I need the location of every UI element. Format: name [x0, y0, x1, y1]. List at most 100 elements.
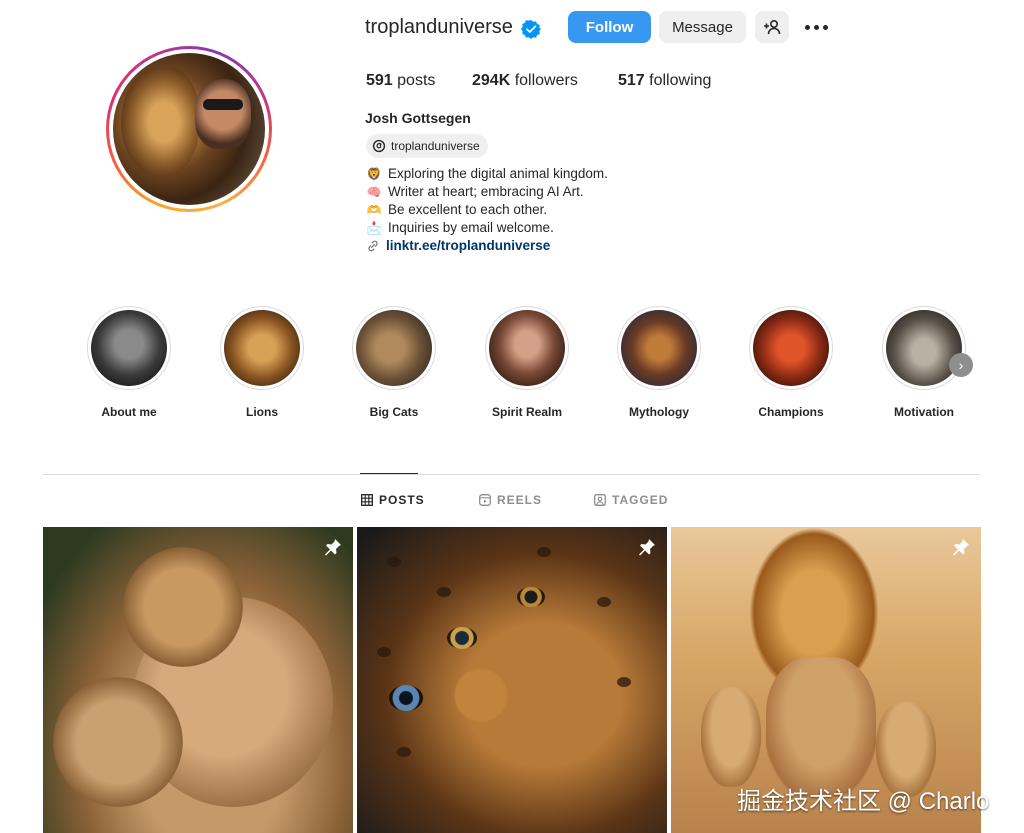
- highlight-ring: [352, 306, 436, 390]
- tab-label: POSTS: [379, 493, 425, 507]
- highlight-cover: [886, 310, 962, 386]
- reels-icon: [479, 494, 491, 506]
- profile-avatar[interactable]: [106, 46, 272, 212]
- bio-line: 🦁 Exploring the digital animal kingdom.: [366, 166, 608, 181]
- add-person-icon: [764, 19, 781, 35]
- bio-line: 🧠 Writer at heart; embracing AI Art.: [366, 184, 584, 199]
- followers-count-label: followers: [514, 72, 578, 89]
- posts-count-label: posts: [397, 72, 436, 89]
- highlight-spirit-realm[interactable]: Spirit Realm: [477, 306, 577, 419]
- bio-text: Writer at heart; embracing AI Art.: [388, 184, 584, 199]
- profile-full-name: Josh Gottsegen: [365, 110, 471, 126]
- highlight-ring: [220, 306, 304, 390]
- threads-handle: troplanduniverse: [391, 139, 480, 153]
- highlight-cover: [224, 310, 300, 386]
- message-button[interactable]: Message: [659, 11, 746, 43]
- posts-count-value: 591: [366, 72, 393, 89]
- threads-icon: [372, 139, 386, 153]
- highlight-cover: [356, 310, 432, 386]
- post-image-spot: [437, 587, 451, 597]
- highlight-ring: [617, 306, 701, 390]
- bio-emoji: 🫶: [366, 202, 382, 217]
- post-image-spot: [617, 677, 631, 687]
- bio-link-text: linktr.ee/troplanduniverse: [386, 238, 551, 253]
- highlight-cover: [621, 310, 697, 386]
- tab-label: TAGGED: [612, 493, 669, 507]
- verified-badge-icon: [521, 20, 541, 39]
- post-tile[interactable]: [357, 527, 667, 833]
- post-image-eye: [517, 587, 545, 607]
- bio-line: 📩 Inquiries by email welcome.: [366, 220, 554, 235]
- highlight-ring: [749, 306, 833, 390]
- bio-emoji: 📩: [366, 220, 382, 235]
- highlight-cover: [753, 310, 829, 386]
- pinned-post-icon: [639, 539, 655, 556]
- highlight-ring: [87, 306, 171, 390]
- link-icon: [368, 240, 378, 251]
- tab-label: REELS: [497, 493, 543, 507]
- post-tile[interactable]: [43, 527, 353, 833]
- highlight-label: Lions: [246, 405, 278, 419]
- highlight-label: Motivation: [894, 405, 954, 419]
- bio-text: Exploring the digital animal kingdom.: [388, 166, 608, 181]
- tagged-icon: [594, 494, 606, 506]
- bio-emoji: 🧠: [366, 184, 382, 199]
- bio-line: 🫶 Be excellent to each other.: [366, 202, 548, 217]
- highlight-lions[interactable]: Lions: [212, 306, 312, 419]
- post-image-spot: [597, 597, 611, 607]
- profile-username: troplanduniverse: [365, 16, 513, 38]
- avatar-sunglasses: [203, 99, 243, 110]
- tab-reels[interactable]: REELS: [479, 493, 542, 507]
- highlight-label: Big Cats: [369, 405, 419, 419]
- post-image-cub: [701, 687, 761, 787]
- post-image-eye: [447, 627, 477, 649]
- bio-text: Be excellent to each other.: [388, 202, 548, 217]
- following-count-label: following: [649, 72, 712, 89]
- bio-emoji: 🦁: [366, 166, 382, 181]
- active-tab-indicator: [360, 473, 418, 474]
- highlight-label: Mythology: [629, 405, 689, 419]
- post-image-spot: [377, 647, 391, 657]
- post-image-cub: [123, 547, 243, 667]
- highlight-mythology[interactable]: Mythology: [609, 306, 709, 419]
- avatar-image: [113, 53, 265, 205]
- highlight-cover: [91, 310, 167, 386]
- post-image-spot: [387, 557, 401, 567]
- highlight-cover: [489, 310, 565, 386]
- followers-count-value: 294K: [472, 72, 511, 89]
- threads-badge[interactable]: troplanduniverse: [366, 134, 488, 158]
- watermark-text: 掘金技术社区 @ Charlo: [737, 788, 990, 815]
- grid-icon: [361, 494, 373, 506]
- post-image-lion-body: [766, 657, 876, 797]
- avatar-border: [109, 49, 269, 209]
- following-link[interactable]: 517 following: [618, 72, 711, 90]
- pinned-post-icon: [953, 539, 969, 556]
- tabs-divider: [43, 474, 980, 475]
- followers-link[interactable]: 294K followers: [472, 72, 578, 90]
- tab-tagged[interactable]: TAGGED: [594, 493, 668, 507]
- avatar-person: [195, 79, 251, 149]
- post-image-spot: [537, 547, 551, 557]
- tab-posts[interactable]: POSTS: [361, 493, 425, 507]
- highlight-ring: [485, 306, 569, 390]
- post-image-spot: [397, 747, 411, 757]
- pinned-post-icon: [325, 539, 341, 556]
- highlight-ring: [882, 306, 966, 390]
- suggest-user-button[interactable]: [755, 11, 789, 43]
- post-image-eye: [389, 685, 423, 711]
- following-count-value: 517: [618, 72, 645, 89]
- more-options-icon[interactable]: [805, 17, 831, 37]
- avatar-lion: [121, 67, 199, 177]
- highlight-champions[interactable]: Champions: [741, 306, 841, 419]
- highlight-label: Champions: [758, 405, 824, 419]
- follow-button[interactable]: Follow: [568, 11, 651, 43]
- highlight-about-me[interactable]: About me: [79, 306, 179, 419]
- highlight-big-cats[interactable]: Big Cats: [344, 306, 444, 419]
- posts-count: 591 posts: [366, 72, 435, 90]
- bio-link[interactable]: linktr.ee/troplanduniverse: [366, 238, 550, 253]
- post-image-cub: [53, 677, 183, 807]
- bio-text: Inquiries by email welcome.: [388, 220, 554, 235]
- highlight-label: About me: [101, 405, 157, 419]
- highlights-next-arrow-icon[interactable]: ›: [949, 353, 973, 377]
- highlight-label: Spirit Realm: [491, 405, 563, 419]
